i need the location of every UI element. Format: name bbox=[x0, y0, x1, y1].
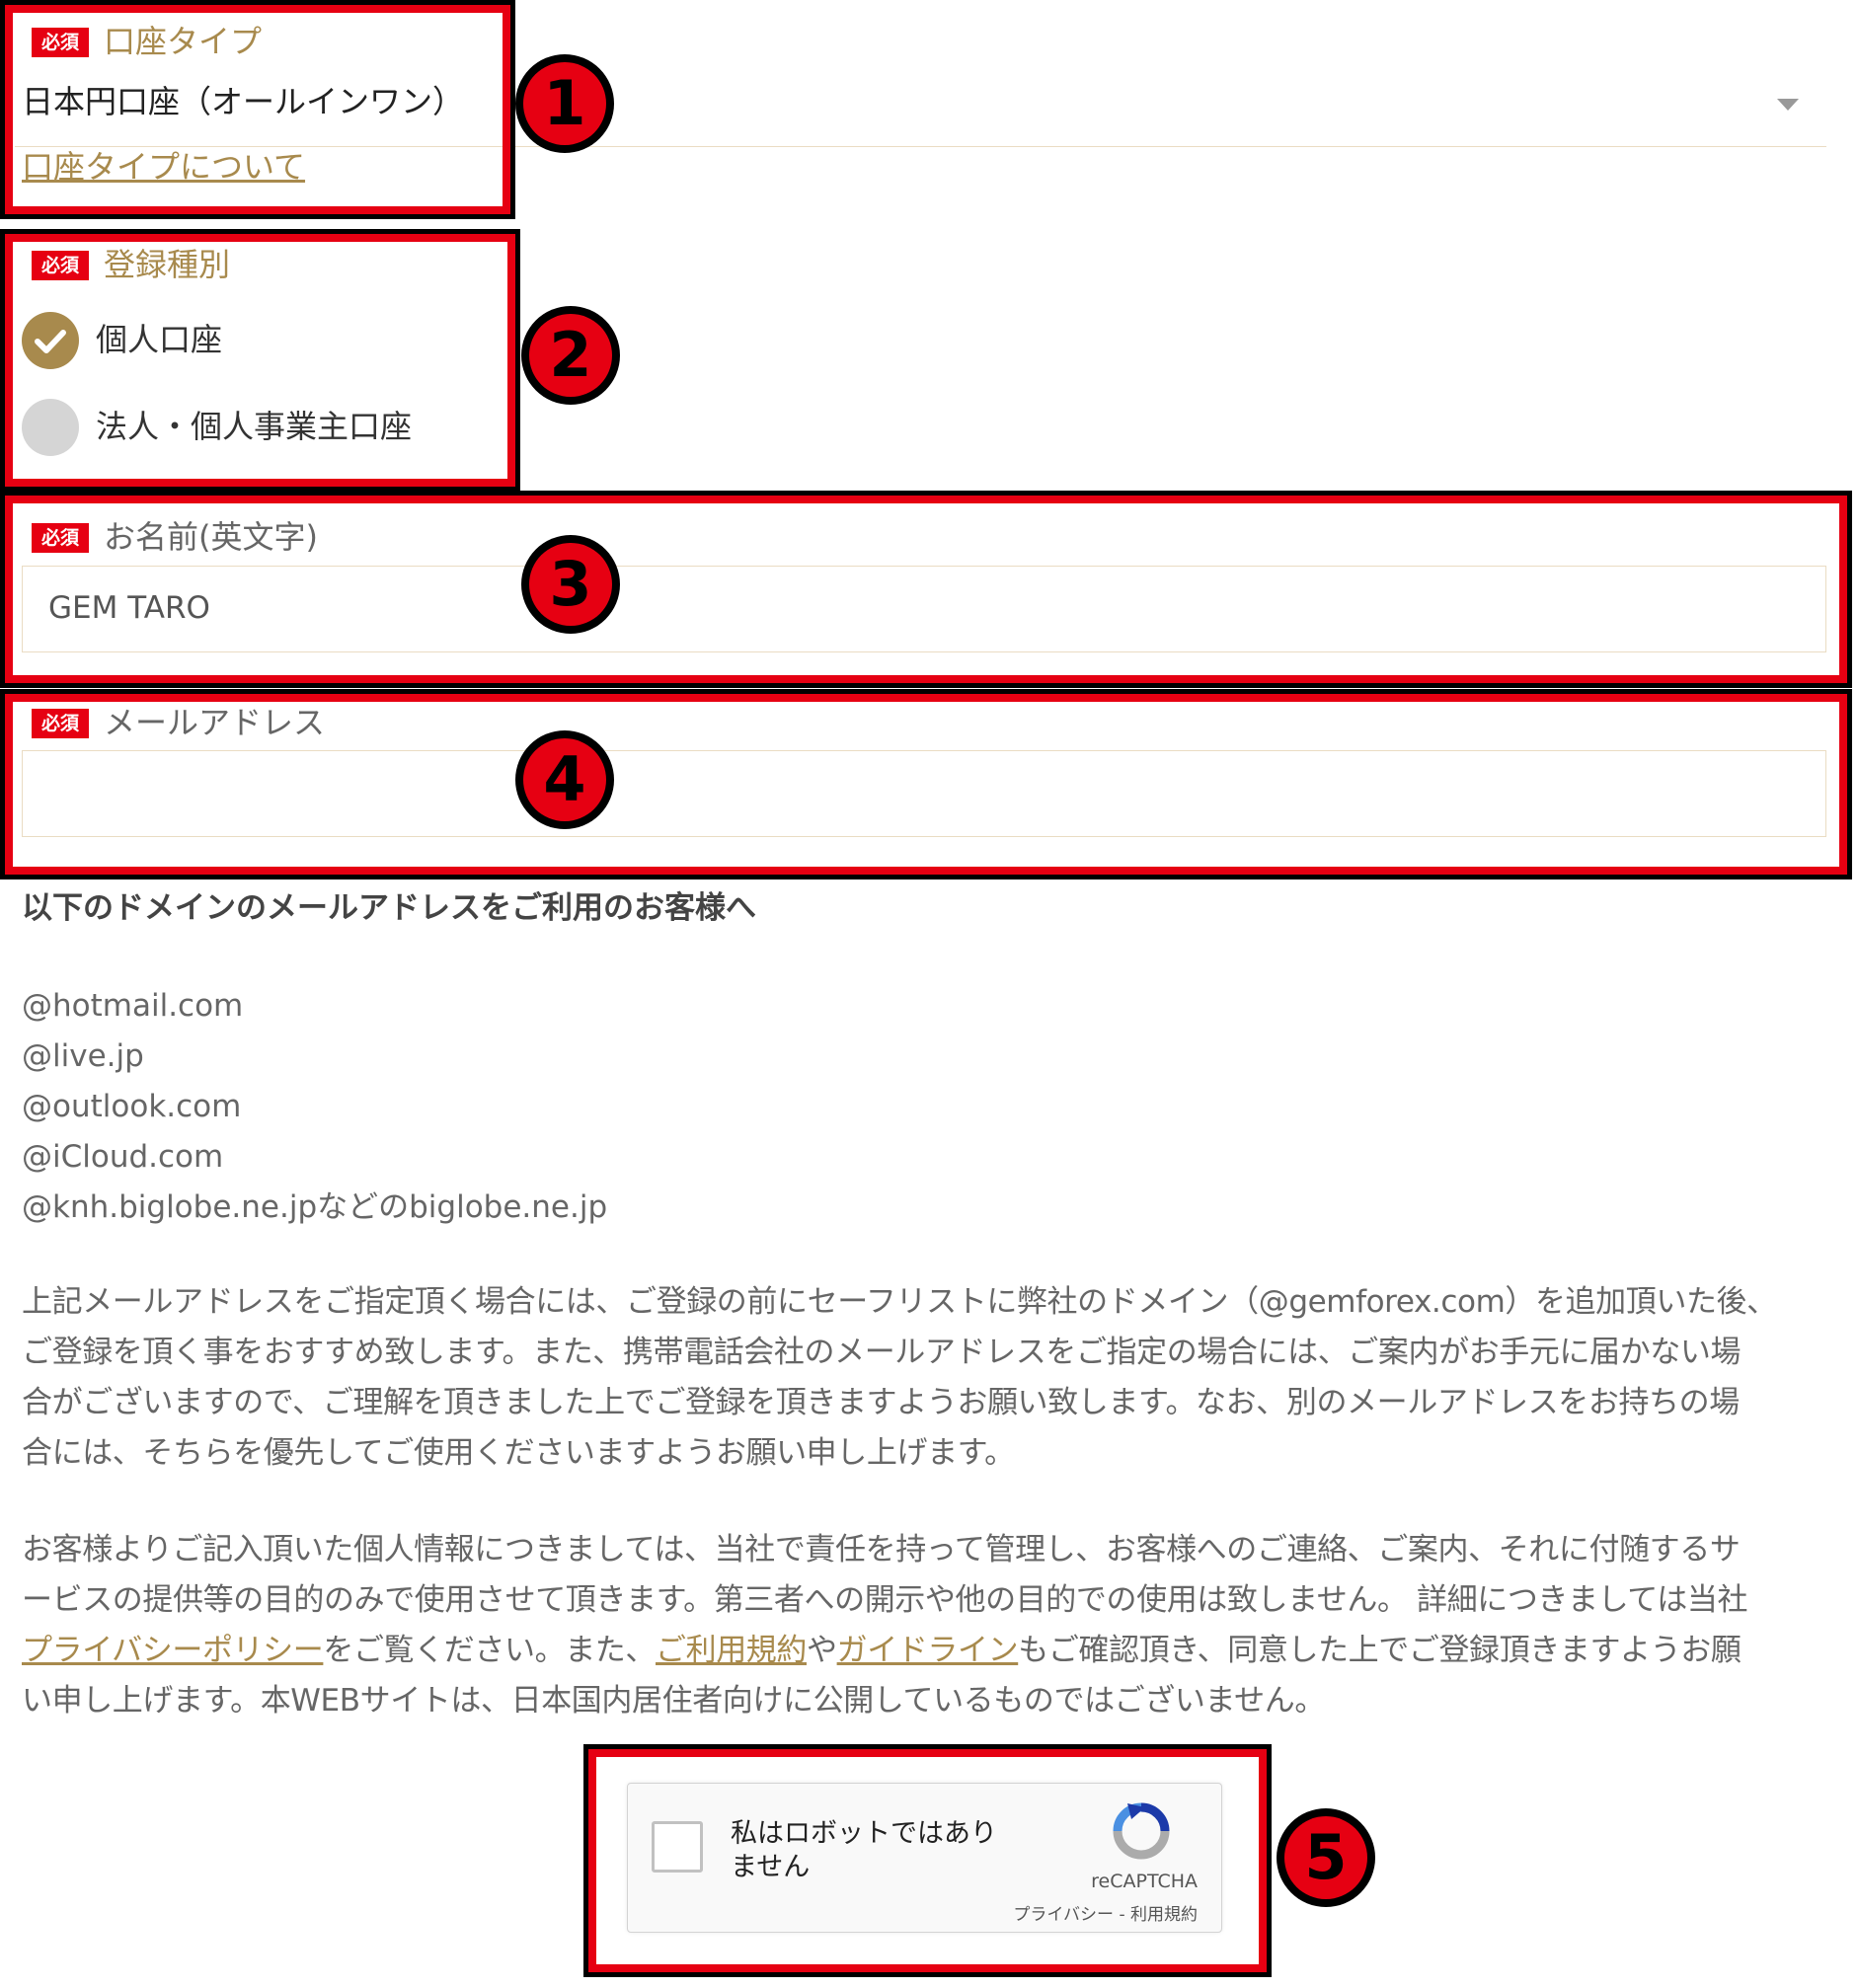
recaptcha-checkbox[interactable] bbox=[652, 1821, 703, 1873]
step-badge-4: 4 bbox=[515, 730, 614, 829]
recaptcha-terms-link[interactable]: 利用規約 bbox=[1130, 1905, 1198, 1925]
domain-item: @hotmail.com bbox=[22, 988, 244, 1024]
chevron-down-icon[interactable] bbox=[1777, 99, 1799, 111]
step-badge-2: 2 bbox=[521, 306, 620, 405]
required-badge: 必須 bbox=[32, 251, 90, 280]
name-input[interactable]: GEM TARO bbox=[22, 566, 1826, 652]
checkmark-icon bbox=[35, 330, 66, 353]
domain-item: @outlook.com bbox=[22, 1089, 242, 1124]
radio-personal-account[interactable] bbox=[22, 312, 79, 369]
recaptcha-footer: プライバシー - 利用規約 bbox=[1013, 1900, 1198, 1925]
recaptcha-label-line: 私はロボットではあり bbox=[731, 1818, 997, 1849]
step-badge-3: 3 bbox=[521, 535, 620, 634]
notice-paragraph-2-line: プライバシーポリシーをご覧ください。また、ご利用規約やガイドラインもご確認頂き、… bbox=[22, 1626, 1742, 1676]
required-badge: 必須 bbox=[32, 523, 90, 553]
notice-paragraph-1-line: 合がございますので、ご理解を頂きました上でご登録を頂きますようお願い致します。な… bbox=[22, 1385, 1740, 1420]
notice-heading: 以下のドメインのメールアドレスをご利用のお客様へ bbox=[22, 890, 756, 926]
recaptcha-brand: reCAPTCHA bbox=[1091, 1871, 1198, 1892]
required-badge: 必須 bbox=[32, 28, 90, 57]
domain-item: @knh.biglobe.ne.jpなどのbiglobe.ne.jp bbox=[22, 1189, 608, 1225]
recaptcha-label: 私はロボットではあり ません bbox=[731, 1817, 997, 1884]
text-segment: をご覧ください。また、 bbox=[323, 1633, 656, 1668]
notice-paragraph-1-line: 上記メールアドレスをご指定頂く場合には、ご登録の前にセーフリストに弊社のドメイン… bbox=[22, 1284, 1777, 1320]
account-type-value[interactable]: 日本円口座（オールインワン） bbox=[22, 82, 464, 121]
recaptcha-logo-icon bbox=[1113, 1802, 1170, 1860]
recaptcha-sep: - bbox=[1114, 1905, 1130, 1925]
recaptcha-privacy-link[interactable]: プライバシー bbox=[1013, 1905, 1114, 1925]
recaptcha-widget: 私はロボットではあり ません reCAPTCHA プライバシー - 利用規約 bbox=[627, 1783, 1222, 1933]
radio-corporate-account[interactable] bbox=[22, 399, 79, 456]
domain-item: @live.jp bbox=[22, 1038, 144, 1074]
text-segment: や bbox=[807, 1633, 837, 1668]
name-field-label: お名前(英文字) bbox=[104, 518, 318, 556]
recaptcha-label-line: ません bbox=[731, 1852, 811, 1882]
registration-type-label: 登録種別 bbox=[104, 246, 231, 283]
text-segment: もご確認頂き、同意した上でご登録頂きますようお願 bbox=[1018, 1633, 1742, 1668]
domain-item: @iCloud.com bbox=[22, 1139, 224, 1175]
privacy-policy-link[interactable]: プライバシーポリシー bbox=[22, 1633, 324, 1668]
step-badge-1: 1 bbox=[515, 54, 614, 153]
radio-corporate-account-label[interactable]: 法人・個人事業主口座 bbox=[96, 407, 412, 446]
step-badge-5: 5 bbox=[1277, 1808, 1375, 1907]
notice-paragraph-2-line: お客様よりご記入頂いた個人情報につきましては、当社で責任を持って管理し、お客様へ… bbox=[22, 1532, 1741, 1567]
email-field-label: メールアドレス bbox=[104, 704, 326, 741]
notice-paragraph-1-line: 合には、そちらを優先してご使用くださいますようお願い申し上げます。 bbox=[22, 1435, 1015, 1471]
required-badge: 必須 bbox=[32, 709, 90, 738]
account-type-help-link[interactable]: 口座タイプについて bbox=[22, 147, 305, 187]
email-input[interactable] bbox=[22, 750, 1826, 837]
account-type-label: 口座タイプ bbox=[104, 23, 263, 60]
notice-paragraph-2-line: ービスの提供等の目的のみで使用させて頂きます。第三者への開示や他の目的での使用は… bbox=[22, 1582, 1748, 1618]
terms-of-use-link[interactable]: ご利用規約 bbox=[656, 1633, 807, 1668]
name-input-value: GEM TARO bbox=[48, 590, 210, 626]
notice-paragraph-2-line: い申し上げます。本WEBサイトは、日本国内居住者向けに公開しているものではござい… bbox=[22, 1683, 1325, 1719]
notice-paragraph-1-line: ご登録を頂く事をおすすめ致します。また、携帯電話会社のメールアドレスをご指定の場… bbox=[22, 1335, 1742, 1370]
guideline-link[interactable]: ガイドライン bbox=[837, 1633, 1019, 1668]
radio-personal-account-label[interactable]: 個人口座 bbox=[96, 320, 222, 359]
